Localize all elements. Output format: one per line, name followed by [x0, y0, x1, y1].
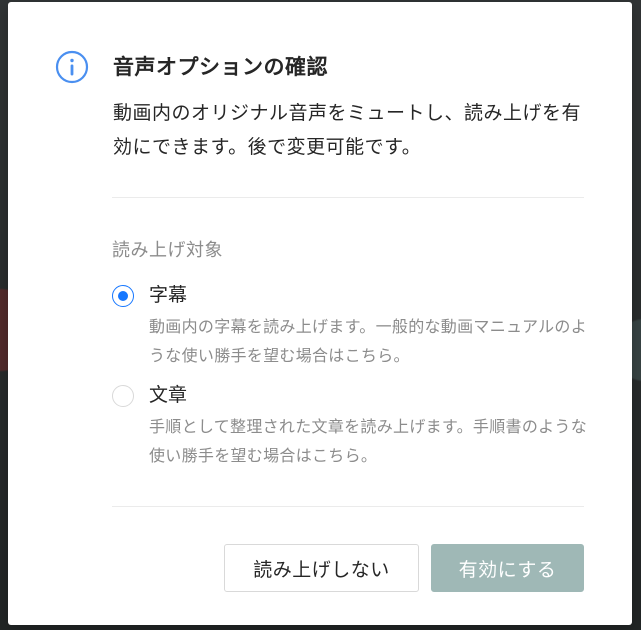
option-text-label[interactable]: 文章	[149, 381, 187, 409]
section-label: 読み上げ対象	[112, 240, 223, 261]
enable-button[interactable]: 有効にする	[431, 544, 584, 592]
dialog-title: 音声オプションの確認	[113, 55, 328, 79]
divider	[112, 506, 584, 507]
radio-text[interactable]	[112, 385, 134, 407]
option-subtitles-label[interactable]: 字幕	[149, 281, 187, 309]
option-text-description: 手順として整理された文章を読み上げます。手順書のような使い勝手を望む場合はこちら…	[149, 417, 588, 465]
no-read-aloud-button[interactable]: 読み上げしない	[224, 544, 419, 592]
info-icon	[55, 50, 89, 84]
divider	[112, 197, 584, 198]
voice-option-dialog: 音声オプションの確認 動画内のオリジナル音声をミュートし、読み上げを有効にできま…	[8, 2, 632, 625]
option-subtitles-description: 動画内の字幕を読み上げます。一般的な動画マニュアルのような使い勝手を望む場合はこ…	[149, 317, 588, 365]
dialog-description: 動画内のオリジナル音声をミュートし、読み上げを有効にできます。後で変更可能です。	[113, 102, 582, 158]
radio-subtitles[interactable]	[112, 285, 134, 307]
